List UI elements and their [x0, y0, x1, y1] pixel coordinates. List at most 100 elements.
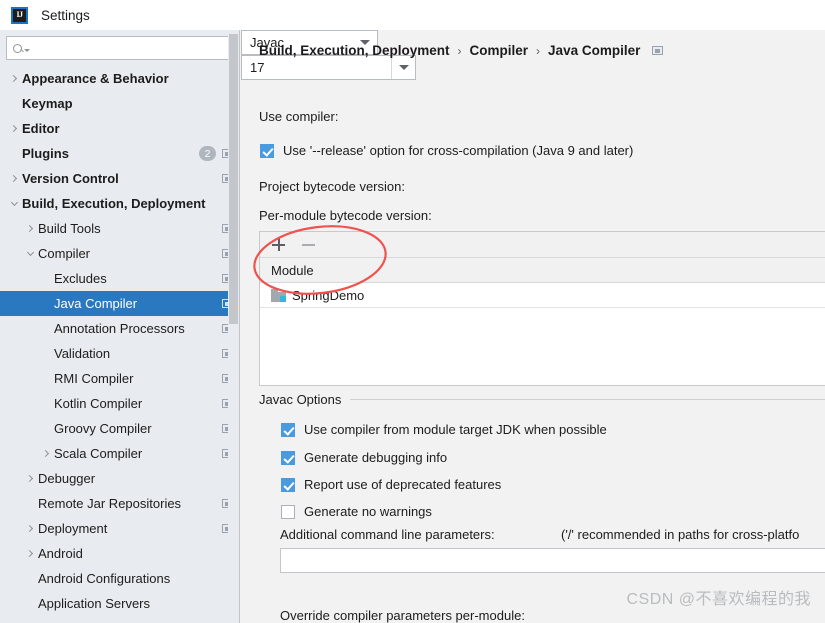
module-folder-icon [271, 288, 286, 302]
sidebar-item-label: Appearance & Behavior [22, 71, 169, 86]
sidebar-item-label: Java Compiler [54, 296, 138, 311]
chevron-right-icon[interactable] [22, 224, 38, 233]
sidebar-item-excludes[interactable]: Excludes [0, 266, 239, 291]
sidebar-item-appearance-behavior[interactable]: Appearance & Behavior [0, 66, 239, 91]
report-deprecated-label: Report use of deprecated features [304, 477, 502, 492]
sidebar-item-android-configurations[interactable]: Android Configurations [0, 566, 239, 591]
chevron-down-icon[interactable] [391, 56, 415, 79]
sidebar-item-label: Scala Compiler [54, 446, 143, 461]
sidebar-item-build-execution-deployment[interactable]: Build, Execution, Deployment [0, 191, 239, 216]
search-area [0, 30, 239, 66]
javac-checkbox-3-row[interactable]: Generate no warnings [281, 504, 432, 519]
sidebar-item-application-servers[interactable]: Application Servers [0, 591, 239, 616]
javac-checkbox-1-row[interactable]: Generate debugging info [281, 450, 447, 465]
sidebar-item-validation[interactable]: Validation [0, 341, 239, 366]
settings-sidebar: Appearance & Behavior Keymap Editor Plugins… [0, 30, 240, 623]
use-target-jdk-compiler-label: Use compiler from module target JDK when… [304, 422, 607, 437]
chevron-right-icon[interactable] [22, 474, 38, 483]
additional-params-label: Additional command line parameters: [280, 527, 495, 542]
generate-debugging-info-checkbox[interactable] [281, 450, 295, 465]
chevron-right-icon[interactable] [6, 74, 22, 83]
sidebar-item-label: Keymap [22, 96, 73, 111]
chevron-right-icon[interactable] [6, 174, 22, 183]
sidebar-item-debugger[interactable]: Debugger [0, 466, 239, 491]
search-options-chevron-down-icon[interactable] [24, 48, 30, 52]
chevron-down-icon[interactable] [6, 198, 22, 206]
sidebar-item-editor[interactable]: Editor [0, 116, 239, 141]
sidebar-item-label: Remote Jar Repositories [38, 496, 182, 511]
group-divider [350, 399, 825, 400]
sidebar-item-plugins[interactable]: Plugins 2 [0, 141, 239, 166]
project-bytecode-select[interactable]: 17 [241, 55, 416, 80]
sidebar-item-build-tools[interactable]: Build Tools [0, 216, 239, 241]
plugins-update-badge: 2 [199, 146, 216, 161]
sidebar-item-label: Version Control [22, 171, 119, 186]
per-module-bytecode-row: Per-module bytecode version: [259, 208, 432, 223]
sidebar-item-keymap[interactable]: Keymap [0, 91, 239, 116]
sidebar-item-annotation-processors[interactable]: Annotation Processors [0, 316, 239, 341]
sidebar-item-java-compiler[interactable]: Java Compiler [0, 291, 239, 316]
sidebar-scrollbar-track[interactable] [228, 30, 239, 587]
sidebar-item-label: Application Servers [38, 596, 150, 611]
project-bytecode-row: Project bytecode version: [259, 179, 405, 194]
javac-checkbox-2-row[interactable]: Report use of deprecated features [281, 477, 501, 492]
chevron-down-icon[interactable] [22, 248, 38, 256]
sidebar-item-groovy-compiler[interactable]: Groovy Compiler [0, 416, 239, 441]
table-row[interactable]: SpringDemo [260, 283, 825, 308]
sidebar-item-android[interactable]: Android [0, 541, 239, 566]
search-input[interactable] [6, 36, 231, 60]
chevron-right-icon[interactable] [38, 449, 54, 458]
minus-icon[interactable] [302, 243, 315, 246]
sidebar-item-label: Android [38, 546, 83, 561]
settings-main-panel: Build, Execution, Deployment › Compiler … [241, 30, 825, 623]
additional-params-input[interactable] [280, 548, 825, 573]
sidebar-scrollbar-thumb[interactable] [229, 34, 238, 324]
release-option-checkbox[interactable] [260, 143, 274, 158]
search-icon [13, 43, 22, 53]
sidebar-item-label: RMI Compiler [54, 371, 134, 386]
sidebar-item-scala-compiler[interactable]: Scala Compiler [0, 441, 239, 466]
title-bar: IJ Settings [0, 0, 825, 30]
intellij-idea-logo-icon: IJ [11, 6, 28, 24]
generate-debugging-info-label: Generate debugging info [304, 450, 448, 465]
breadcrumb: Build, Execution, Deployment › Compiler … [259, 43, 664, 58]
sidebar-item-kotlin-compiler[interactable]: Kotlin Compiler [0, 391, 239, 416]
chevron-right-icon[interactable] [6, 124, 22, 133]
sidebar-item-label: Android Configurations [38, 571, 171, 586]
javac-options-label: Javac Options [259, 392, 342, 407]
sidebar-item-label: Editor [22, 121, 60, 136]
breadcrumb-part-1[interactable]: Compiler [470, 43, 529, 58]
use-target-jdk-compiler-checkbox[interactable] [281, 422, 295, 437]
sidebar-item-label: Validation [54, 346, 111, 361]
sidebar-item-label: Excludes [54, 271, 107, 286]
sidebar-item-label: Compiler [38, 246, 91, 261]
settings-window: IJ Settings Appearance & Behavior Keymap E… [0, 0, 825, 623]
breadcrumb-part-2: Java Compiler [548, 43, 641, 58]
javac-checkbox-0-row[interactable]: Use compiler from module target JDK when… [281, 422, 607, 437]
release-option-row[interactable]: Use '--release' option for cross-compila… [260, 143, 633, 158]
breadcrumb-separator: › [536, 43, 541, 58]
module-name: SpringDemo [292, 287, 365, 303]
project-bytecode-value[interactable]: 17 [242, 60, 391, 75]
sidebar-item-version-control[interactable]: Version Control [0, 166, 239, 191]
use-compiler-label: Use compiler: [259, 109, 339, 124]
breadcrumb-part-0[interactable]: Build, Execution, Deployment [259, 43, 450, 58]
report-deprecated-checkbox[interactable] [281, 477, 295, 492]
logo-text: IJ [16, 10, 23, 19]
sidebar-item-rmi-compiler[interactable]: RMI Compiler [0, 366, 239, 391]
plus-icon[interactable] [272, 238, 285, 251]
sidebar-item-remote-jar-repositories[interactable]: Remote Jar Repositories [0, 491, 239, 516]
sidebar-item-compiler[interactable]: Compiler [0, 241, 239, 266]
window-title: Settings [41, 7, 90, 23]
sidebar-item-label: Build Tools [38, 221, 101, 236]
generate-no-warnings-checkbox[interactable] [281, 504, 295, 519]
per-module-bytecode-label: Per-module bytecode version: [259, 208, 432, 223]
sidebar-item-deployment[interactable]: Deployment [0, 516, 239, 541]
chevron-right-icon[interactable] [22, 524, 38, 533]
module-table-toolbar [260, 232, 825, 258]
chevron-right-icon[interactable] [22, 549, 38, 558]
settings-sync-icon[interactable] [652, 46, 664, 55]
sidebar-item-label: Debugger [38, 471, 96, 486]
column-header-module[interactable]: Module [271, 263, 314, 278]
use-compiler-row: Use compiler: [259, 109, 338, 124]
